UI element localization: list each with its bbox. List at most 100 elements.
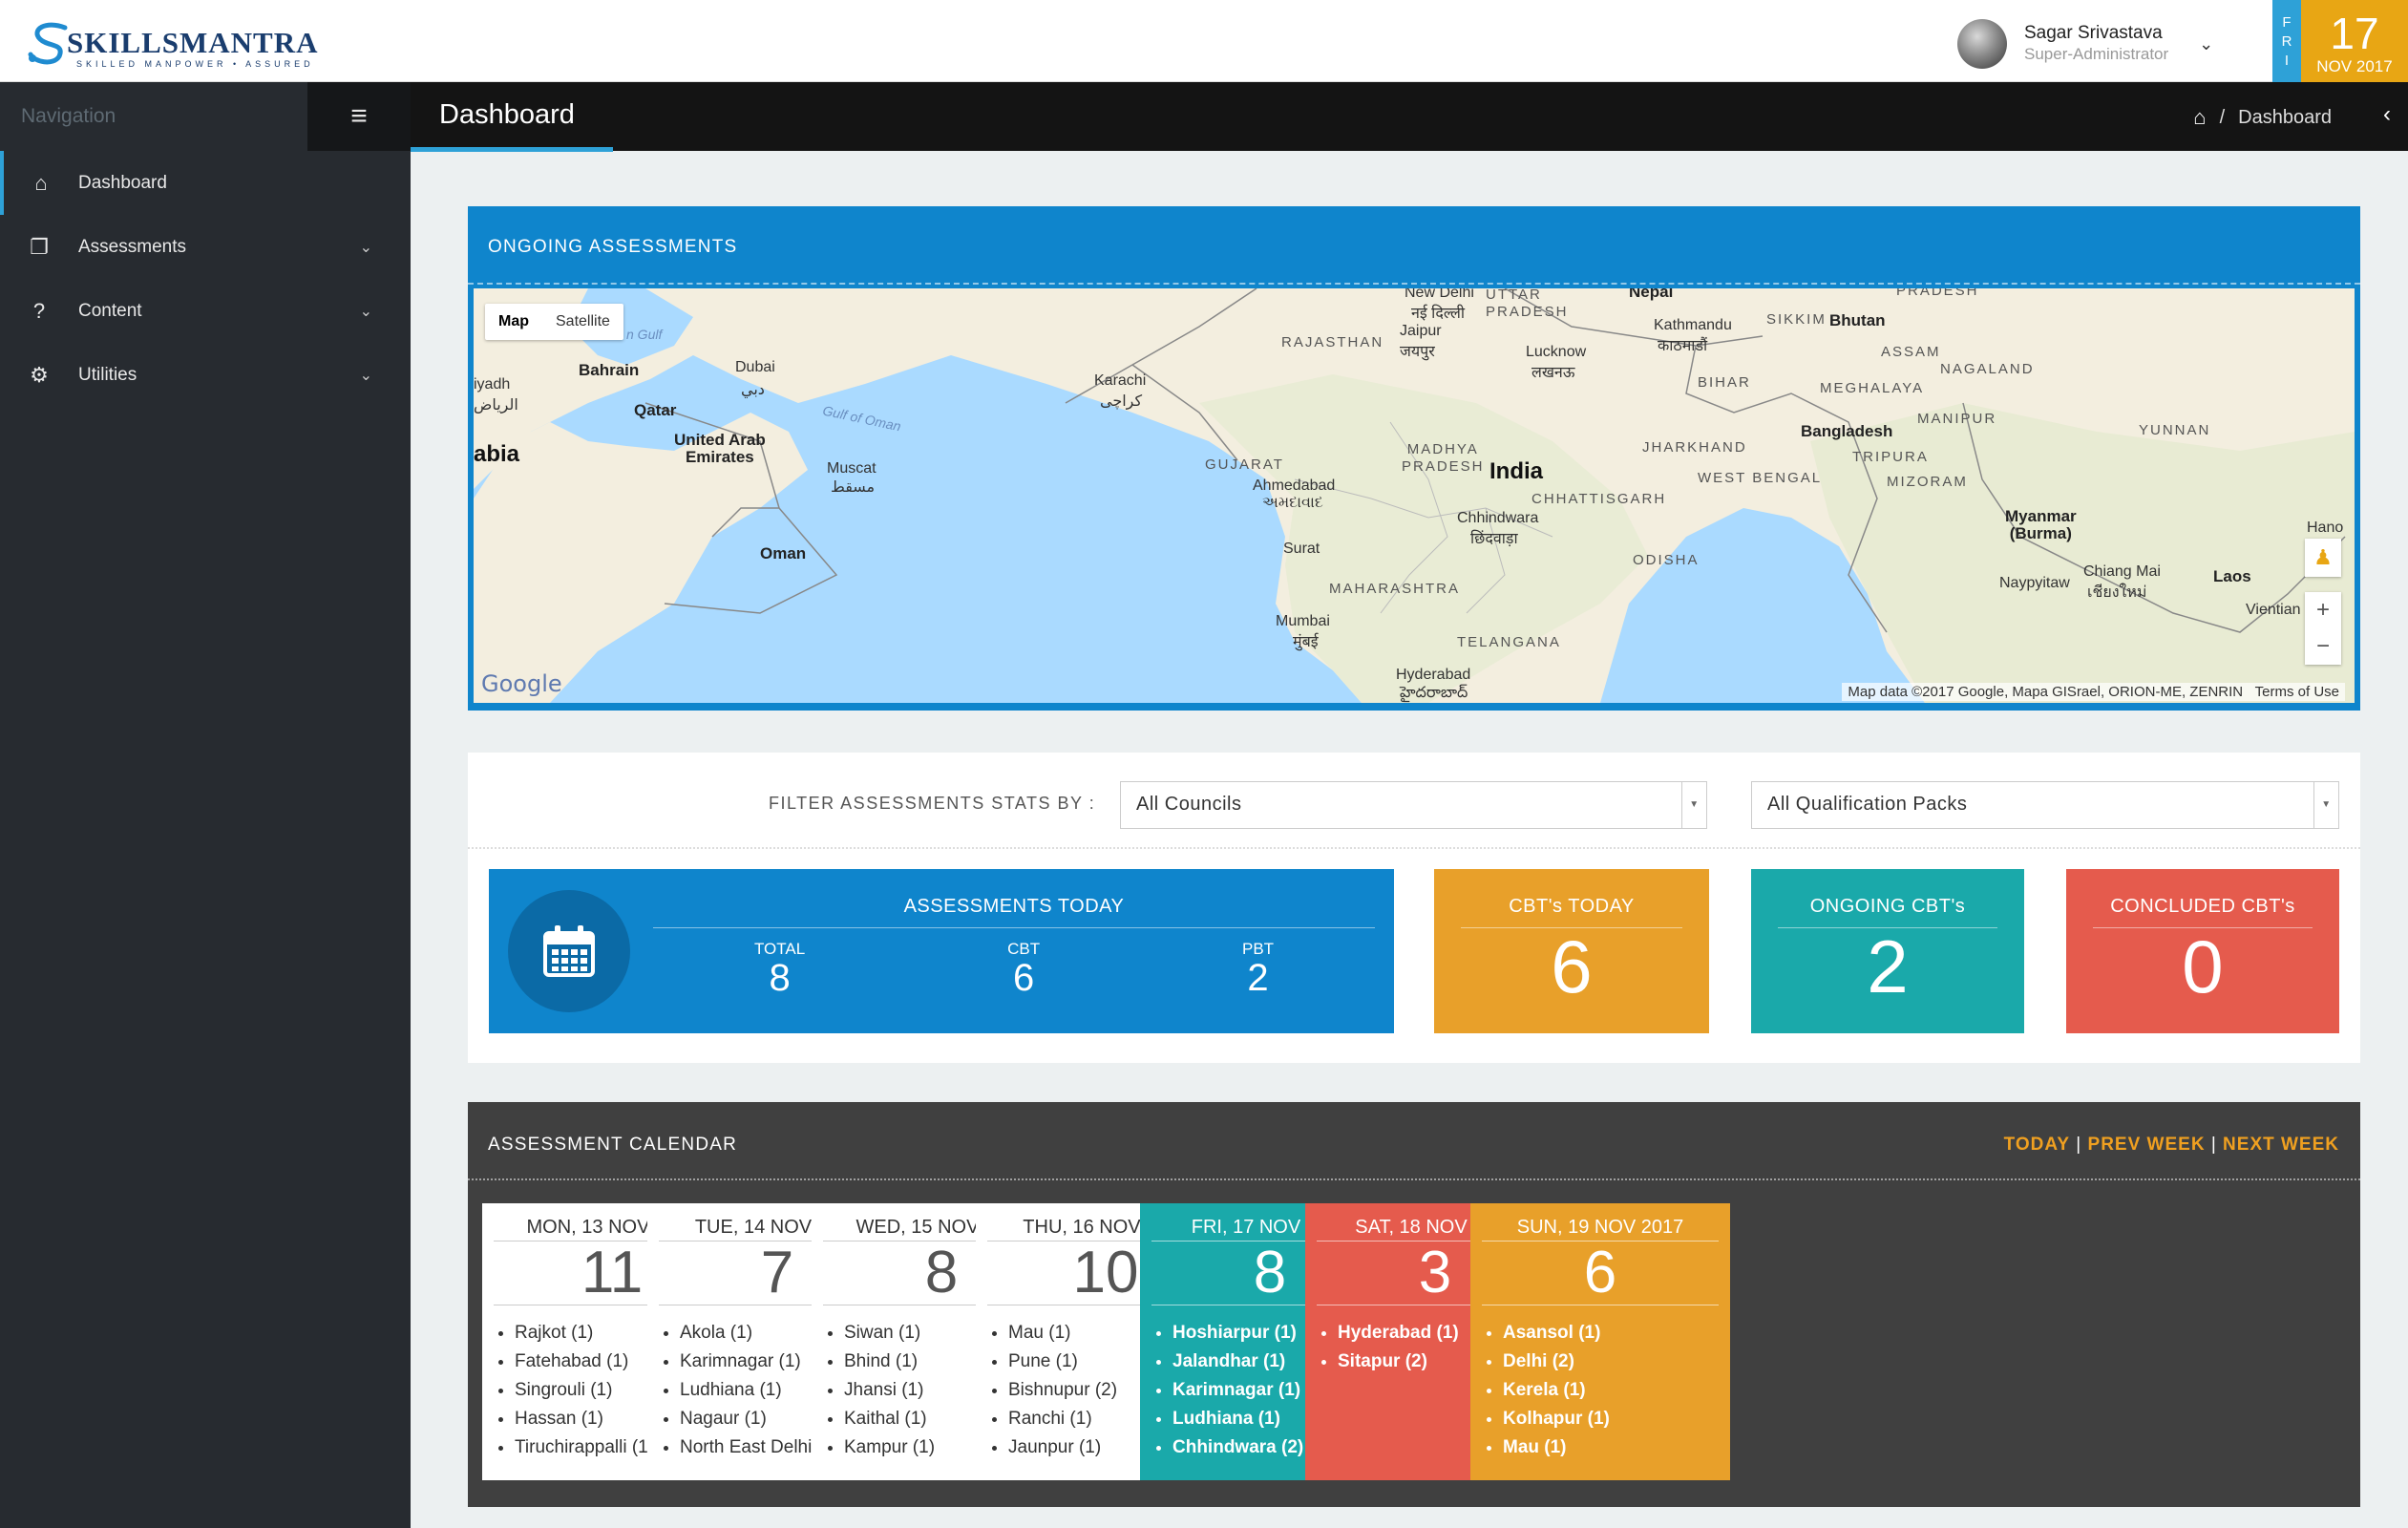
card-value: 0 [2182, 924, 2224, 1008]
sidebar-item-dashboard[interactable]: ⌂ Dashboard [0, 151, 411, 215]
total-stat: TOTAL 8 [754, 940, 805, 997]
breadcrumb-separator: / [2219, 106, 2226, 128]
sidebar-item-label: Content [78, 300, 142, 321]
street-view-pegman-icon[interactable]: ♟ [2305, 539, 2341, 577]
chevron-left-icon[interactable]: ‹ [2383, 101, 2391, 128]
map-label: ODISHA [1633, 552, 1700, 568]
stat-label: CBT [1007, 940, 1041, 958]
sidebar-item-content[interactable]: ? Content ⌄ [0, 279, 411, 343]
map-label: ASSAM [1881, 344, 1941, 360]
map-label: హైదరాబాద్ [1400, 685, 1468, 701]
map-label: الرياض [474, 397, 518, 414]
avatar[interactable] [1957, 19, 2007, 69]
today-link[interactable]: TODAY [2004, 1135, 2070, 1155]
attribution-text: Map data ©2017 Google, Mapa GISrael, ORI… [1848, 684, 2244, 700]
brand-logo[interactable]: SKILLSMANTRA SKILLED MANPOWER • ASSURED [27, 17, 319, 69]
map-label: MANIPUR [1917, 411, 1997, 427]
map-label: YUNNAN [2139, 422, 2211, 438]
card-value: 6 [1551, 924, 1593, 1008]
chevron-down-icon: ⌄ [359, 367, 372, 384]
list-item: Mau (1) [1503, 1433, 1730, 1462]
map-type-toggle: Map Satellite [485, 304, 623, 340]
date-badge: 17 NOV 2017 [2301, 0, 2408, 82]
stat-value: 8 [769, 957, 791, 999]
brand-name: SKILLSMANTRA [67, 26, 319, 59]
weekday: FRI [2281, 14, 2292, 69]
card-value: 2 [1867, 924, 1909, 1008]
sidebar-title: Navigation [21, 105, 116, 127]
sidebar-item-assessments[interactable]: ❐ Assessments ⌄ [0, 215, 411, 279]
prev-week-link[interactable]: PREV WEEK [2088, 1135, 2206, 1155]
map-label: Myanmar (Burma) [2005, 507, 2077, 542]
breadcrumb: ⌂ / Dashboard [2193, 105, 2332, 130]
nav-separator: | [2076, 1135, 2082, 1155]
calendar-day[interactable]: SUN, 19 NOV 2017 6 Asansol (1)Delhi (2)Ker… [1470, 1203, 1730, 1480]
divider [468, 847, 2360, 849]
map-label: Dubai [735, 359, 775, 375]
map-label: abia [474, 441, 520, 467]
satellite-tab[interactable]: Satellite [542, 304, 623, 340]
map-label: छिंदवाड़ा [1470, 531, 1518, 547]
cbt-stat: CBT 6 [1007, 940, 1040, 997]
councils-select[interactable]: All Councils ▼ [1120, 781, 1707, 829]
map-tab[interactable]: Map [485, 304, 542, 340]
qualification-packs-select[interactable]: All Qualification Packs ▼ [1751, 781, 2339, 829]
home-icon[interactable]: ⌂ [2193, 105, 2206, 130]
map-label: Hano [2307, 520, 2344, 536]
date-day: 17 [2330, 9, 2379, 58]
map-label: JHARKHAND [1642, 439, 1747, 456]
hamburger-menu-icon[interactable]: ≡ [307, 82, 411, 151]
stat-label: PBT [1241, 940, 1275, 958]
map-label: मुंबई [1293, 634, 1319, 650]
google-logo[interactable]: Google [481, 670, 562, 697]
map-label: जयपुर [1400, 344, 1435, 360]
gear-icon: ⚙ [30, 362, 49, 387]
title-underline [411, 147, 613, 152]
sidebar-item-utilities[interactable]: ⚙ Utilities ⌄ [0, 343, 411, 407]
map-label: United Arab Emirates [674, 431, 766, 466]
home-icon: ⌂ [34, 170, 48, 195]
location-list: Asansol (1)Delhi (2)Kerela (1)Kolhapur (… [1470, 1319, 1730, 1462]
breadcrumb-current: Dashboard [2238, 106, 2332, 128]
map-label: Vientian [2246, 602, 2301, 618]
chevron-down-icon: ⌄ [359, 303, 372, 320]
list-item: Delhi (2) [1503, 1348, 1730, 1376]
map-label: काठमाडौं [1658, 338, 1708, 354]
map-label: BIHAR [1698, 374, 1751, 391]
date-month: NOV 2017 [2316, 57, 2393, 75]
packs-value: All Qualification Packs [1767, 794, 1968, 815]
chevron-down-icon[interactable]: ⌄ [2199, 34, 2213, 54]
stat-label: TOTAL [753, 940, 806, 958]
card-title: ASSESSMENTS TODAY [903, 896, 1125, 917]
map-label: UTTAR PRADESH [1486, 288, 1569, 320]
map-label: PRADESH [1896, 288, 1979, 299]
map-label: Kathmandu [1654, 317, 1732, 333]
cbts-today-card: CBT's TODAY 6 [1434, 869, 1709, 1033]
map-label: Surat [1283, 541, 1320, 557]
day-count: 6 [1482, 1241, 1719, 1305]
next-week-link[interactable]: NEXT WEEK [2223, 1135, 2339, 1155]
concluded-cbts-card: CONCLUDED CBT's 0 [2066, 869, 2339, 1033]
zoom-in-button[interactable]: + [2305, 592, 2341, 628]
map-label: کراچی [1100, 393, 1143, 410]
map-label: TELANGANA [1457, 634, 1561, 650]
card-title: ONGOING CBT's [1809, 896, 1966, 917]
sidebar-item-label: Utilities [78, 364, 137, 385]
map-attribution: Map data ©2017 Google, Mapa GISrael, ORI… [1842, 683, 2345, 701]
user-menu[interactable]: Sagar Srivastava Super-Administrator ⌄ [1957, 19, 2213, 69]
map[interactable]: Map Satellite n Gulf Bahrain Dubai دبي Q… [474, 288, 2355, 703]
brand-tagline: SKILLED MANPOWER • ASSURED [76, 59, 314, 69]
assessments-today-card: ASSESSMENTS TODAY TOTAL 8 CBT 6 PBT 2 [489, 869, 1394, 1033]
map-label: Muscat [827, 460, 877, 477]
map-label: Naypyitaw [1999, 575, 2070, 591]
terms-link[interactable]: Terms of Use [2255, 684, 2339, 700]
zoom-out-button[interactable]: − [2305, 628, 2341, 665]
divider [468, 283, 2360, 285]
card-title: CONCLUDED CBT's [2110, 896, 2295, 917]
zoom-control: + − [2305, 592, 2341, 665]
card-title: CBT's TODAY [1509, 896, 1635, 917]
map-label: เชียงใหม่ [2087, 584, 2147, 601]
pbt-stat: PBT 2 [1242, 940, 1274, 997]
clipboard-icon: ❐ [30, 234, 49, 259]
sidebar-item-label: Assessments [78, 236, 186, 257]
